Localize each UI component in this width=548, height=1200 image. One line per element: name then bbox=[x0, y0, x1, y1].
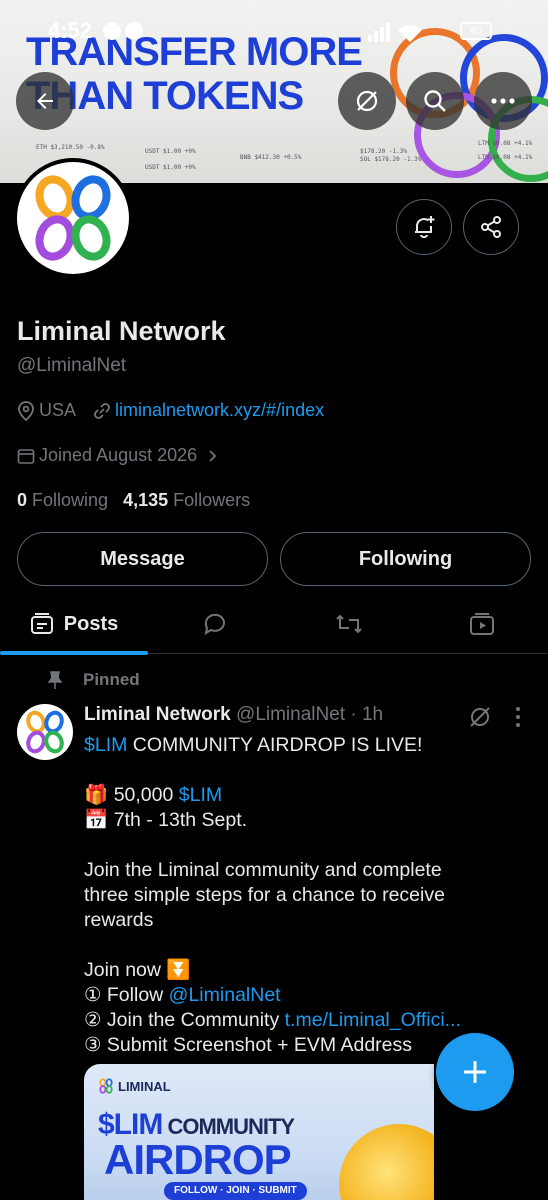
calendar-emoji: 📅 bbox=[84, 809, 109, 831]
signal-wifi-icon bbox=[368, 23, 422, 42]
post-author-name[interactable]: Liminal Network bbox=[84, 704, 231, 725]
liminal-logo-icon bbox=[99, 1078, 113, 1094]
tab-reposts[interactable] bbox=[282, 596, 416, 652]
post-text: $LIM COMMUNITY AIRDROP IS LIVE! 🎁 50,000… bbox=[84, 734, 461, 1056]
chevron-right-icon bbox=[209, 449, 217, 462]
lim-coin-graphic bbox=[339, 1124, 434, 1200]
card-brand: LIMINAL bbox=[98, 1078, 171, 1094]
gift-emoji: 🎁 bbox=[84, 784, 109, 806]
share-button[interactable] bbox=[463, 199, 519, 255]
followers-stat[interactable]: 4,135 Followers bbox=[123, 490, 250, 510]
profile-meta-row: USA liminalnetwork.xyz/#/index bbox=[17, 400, 324, 421]
post-more-icon[interactable] bbox=[514, 706, 522, 728]
arrow-left-icon bbox=[37, 93, 53, 109]
pin-icon bbox=[47, 671, 63, 689]
profile-joined-row[interactable]: Joined August 2026 bbox=[17, 445, 221, 466]
pinned-indicator: Pinned bbox=[45, 670, 140, 690]
grok-icon bbox=[356, 90, 378, 112]
tab-posts-label: Posts bbox=[63, 612, 119, 635]
location-pin-icon bbox=[18, 400, 34, 421]
repost-icon bbox=[336, 614, 362, 634]
reply-bubble-icon bbox=[204, 613, 225, 636]
post-author-avatar[interactable] bbox=[17, 704, 73, 760]
profile-location: USA bbox=[39, 400, 77, 420]
profile-joined-date: Joined August 2026 bbox=[39, 445, 198, 465]
post-author-handle[interactable]: @LiminalNet bbox=[236, 704, 345, 725]
post-timestamp: · 1h bbox=[350, 704, 384, 725]
battery-icon: 40 bbox=[460, 22, 492, 40]
back-button[interactable] bbox=[16, 72, 74, 130]
card-headline-2: AIRDROP bbox=[104, 1136, 292, 1183]
profile-name: Liminal Network bbox=[17, 316, 226, 346]
link-icon bbox=[94, 402, 110, 419]
liminal-logo-icon bbox=[35, 175, 111, 261]
post-image[interactable]: LIMINAL $LIM COMMUNITY AIRDROP FOLLOW · … bbox=[84, 1064, 434, 1200]
mention-liminalnet[interactable]: @LiminalNet bbox=[169, 984, 281, 1006]
grok-icon[interactable] bbox=[468, 705, 492, 729]
messenger-notification-icon bbox=[103, 22, 121, 40]
profile-handle: @LiminalNet bbox=[17, 355, 127, 376]
search-icon bbox=[424, 90, 446, 112]
status-time: 4:52 bbox=[48, 18, 93, 43]
cashtag-lim-2[interactable]: $LIM bbox=[179, 784, 222, 806]
notifications-button[interactable] bbox=[396, 199, 452, 255]
posts-icon bbox=[30, 613, 53, 634]
following-stat[interactable]: 0 Following bbox=[17, 490, 108, 510]
video-icon bbox=[470, 613, 494, 635]
status-bar: 4:52 40 bbox=[0, 0, 548, 60]
message-button[interactable]: Message bbox=[17, 532, 268, 586]
more-horizontal-icon bbox=[491, 98, 515, 104]
share-icon bbox=[481, 216, 501, 238]
chat-notification-icon bbox=[125, 22, 143, 40]
card-steps-pill: FOLLOW · JOIN · SUBMIT bbox=[164, 1182, 307, 1200]
profile-tabs: Posts bbox=[0, 596, 548, 654]
following-button[interactable]: Following bbox=[280, 532, 531, 586]
grok-button[interactable] bbox=[338, 72, 396, 130]
liminal-logo bbox=[17, 162, 129, 274]
liminal-logo-icon bbox=[26, 710, 64, 754]
down-arrows-emoji: ⏬ bbox=[166, 959, 191, 981]
cashtag-lim[interactable]: $LIM bbox=[84, 734, 127, 756]
tab-active-indicator bbox=[0, 651, 148, 655]
tab-replies[interactable] bbox=[148, 596, 282, 652]
search-button[interactable] bbox=[406, 72, 464, 130]
follow-stats: 0 Following 4,135 Followers bbox=[17, 490, 250, 511]
more-options-button[interactable] bbox=[474, 72, 532, 130]
profile-website-link[interactable]: liminalnetwork.xyz/#/index bbox=[115, 400, 324, 421]
compose-post-button[interactable] bbox=[436, 1033, 514, 1111]
tab-media[interactable] bbox=[416, 596, 548, 652]
plus-icon bbox=[464, 1061, 486, 1083]
profile-avatar[interactable] bbox=[13, 158, 133, 278]
telegram-link[interactable]: t.me/Liminal_Offici... bbox=[285, 1009, 461, 1031]
tab-posts[interactable]: Posts bbox=[0, 596, 148, 652]
post-header: Liminal Network @LiminalNet · 1h bbox=[84, 704, 383, 726]
calendar-icon bbox=[17, 448, 35, 464]
bell-plus-icon bbox=[415, 216, 435, 238]
